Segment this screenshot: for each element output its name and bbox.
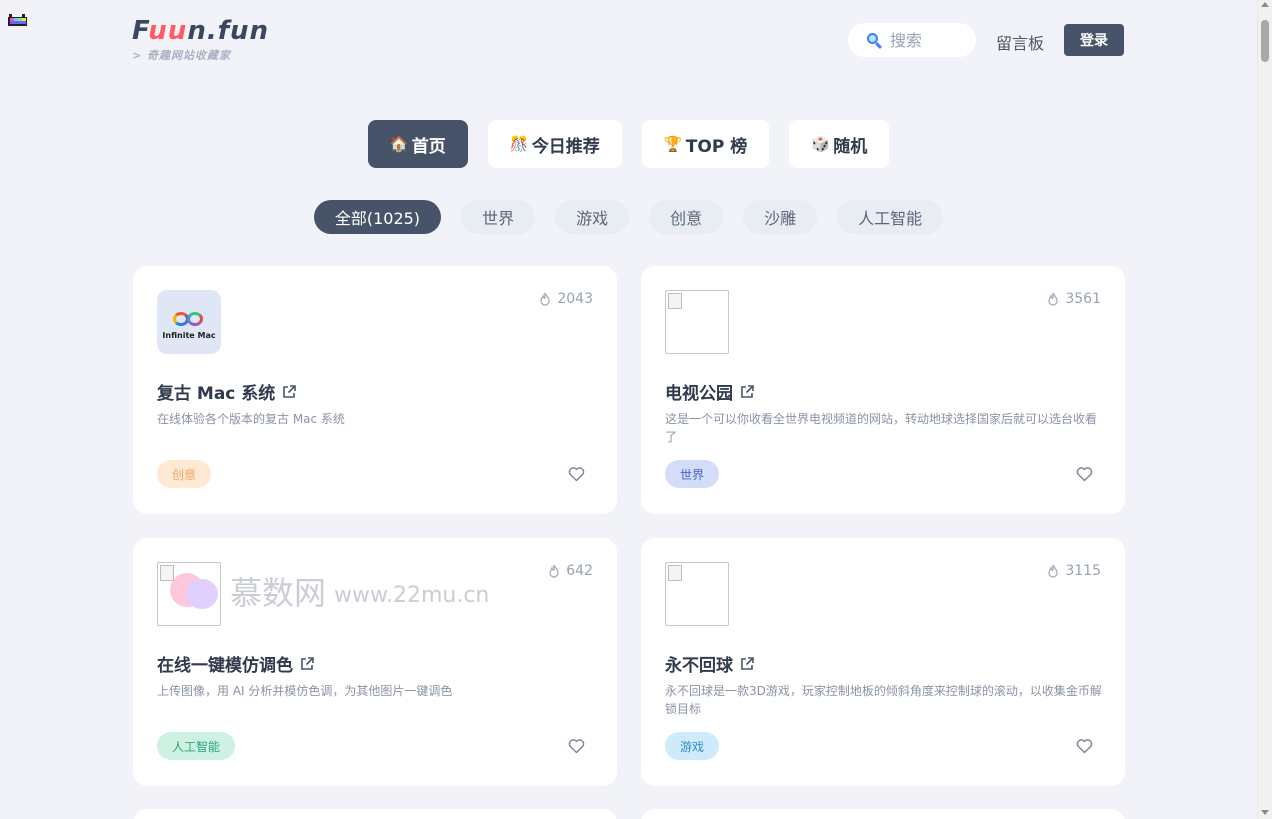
external-link-icon — [301, 656, 314, 670]
site-title-link[interactable]: 电视公园 — [665, 379, 755, 404]
category-tag[interactable]: 创意 — [157, 460, 212, 488]
guestbook-link[interactable]: 留言板 — [996, 30, 1044, 54]
category-filter: 全部(1025) 世界 游戏 创意 沙雕 人工智能 — [0, 200, 1257, 234]
flame-icon — [540, 292, 551, 306]
site-card[interactable]: 3115 永不回球 永不回球是一款3D游戏，玩家控制地板的倾斜角度来控制球的滚动… — [641, 538, 1125, 786]
logo-subtitle: > 奇趣网站收藏家 — [132, 49, 232, 62]
flame-icon — [1048, 292, 1059, 306]
site-description: 这是一个可以你收看全世界电视频道的网站，转动地球选择国家后就可以选台收看了 — [665, 412, 1098, 444]
heat-count: 3115 — [1047, 563, 1101, 579]
heart-icon[interactable] — [1076, 466, 1093, 482]
category-all[interactable]: 全部(1025) — [313, 200, 442, 234]
scroll-thumb[interactable] — [1261, 20, 1269, 62]
site-thumbnail: Infinite Mac — [157, 290, 221, 354]
broken-image-icon — [665, 290, 729, 354]
flame-icon — [549, 564, 559, 578]
dice-icon: 🎲 — [811, 135, 830, 153]
broken-image-icon — [157, 562, 221, 626]
search-icon — [866, 32, 883, 50]
search-input[interactable] — [890, 30, 970, 50]
trophy-icon: 🏆 — [663, 135, 683, 153]
tab-today-recommend[interactable]: 🎊 今日推荐 — [487, 120, 622, 168]
flame-icon — [1048, 564, 1059, 578]
tab-label: TOP 榜 — [685, 136, 748, 157]
login-button[interactable]: 登录 — [1064, 24, 1124, 56]
thumbnail-label: Infinite Mac — [162, 331, 216, 340]
external-link-icon — [283, 384, 297, 398]
site-card[interactable] — [133, 809, 617, 819]
scroll-down-arrow-icon[interactable] — [1261, 810, 1269, 815]
heat-count: 642 — [548, 563, 593, 579]
tab-home[interactable]: 🏠 首页 — [367, 120, 468, 168]
site-title-link[interactable]: 复古 Mac 系统 — [157, 379, 297, 404]
site-description: 在线体验各个版本的复古 Mac 系统 — [157, 412, 345, 426]
category-games[interactable]: 游戏 — [555, 200, 630, 234]
heart-icon[interactable] — [568, 466, 585, 482]
site-card[interactable]: 642 在线一键模仿调色 上传图像，用 AI 分析并模仿色调，为其他图片一键调色… — [133, 538, 617, 786]
category-tag[interactable]: 游戏 — [665, 732, 720, 760]
site-description: 永不回球是一款3D游戏，玩家控制地板的倾斜角度来控制球的滚动，以收集金币解锁目标 — [665, 684, 1102, 716]
pixel-cat-icon — [8, 14, 27, 26]
category-tag[interactable]: 世界 — [665, 460, 720, 488]
page-scrollbar[interactable] — [1257, 0, 1272, 819]
confetti-icon: 🎊 — [509, 135, 529, 153]
heart-icon[interactable] — [568, 738, 585, 754]
heat-count: 2043 — [539, 291, 593, 307]
site-title-link[interactable]: 在线一键模仿调色 — [157, 651, 315, 676]
heat-count: 3561 — [1047, 291, 1101, 307]
tab-random[interactable]: 🎲 随机 — [789, 120, 890, 168]
scroll-up-arrow-icon[interactable] — [1261, 2, 1269, 7]
heart-icon[interactable] — [1076, 738, 1093, 754]
category-world[interactable]: 世界 — [461, 200, 536, 234]
tab-label: 今日推荐 — [531, 136, 600, 157]
site-card[interactable]: Infinite Mac 2043 复古 Mac 系统 在线体验各个版本的复古 … — [133, 266, 617, 514]
main-nav-tabs: 🏠 首页 🎊 今日推荐 🏆 TOP 榜 🎲 随机 — [0, 120, 1257, 168]
logo-wordmark: Fuun.fun — [132, 16, 270, 46]
site-logo[interactable]: Fuun.fun > 奇趣网站收藏家 — [132, 16, 269, 63]
broken-image-icon — [665, 562, 729, 626]
infinity-logo-icon — [172, 310, 206, 328]
category-funny[interactable]: 沙雕 — [743, 200, 818, 234]
tab-label: 随机 — [833, 136, 868, 157]
tab-top-list[interactable]: 🏆 TOP 榜 — [641, 120, 770, 168]
site-card[interactable] — [641, 809, 1125, 819]
external-link-icon — [741, 384, 754, 398]
tab-label: 首页 — [411, 136, 446, 157]
site-description: 上传图像，用 AI 分析并模仿色调，为其他图片一键调色 — [157, 684, 453, 698]
category-ai[interactable]: 人工智能 — [837, 200, 944, 234]
category-creative[interactable]: 创意 — [649, 200, 724, 234]
category-tag[interactable]: 人工智能 — [157, 732, 236, 760]
site-title-link[interactable]: 永不回球 — [665, 651, 755, 676]
external-link-icon — [741, 656, 754, 670]
site-card[interactable]: 3561 电视公园 这是一个可以你收看全世界电视频道的网站，转动地球选择国家后就… — [641, 266, 1125, 514]
house-icon: 🏠 — [389, 135, 409, 153]
search-box[interactable] — [848, 23, 976, 57]
